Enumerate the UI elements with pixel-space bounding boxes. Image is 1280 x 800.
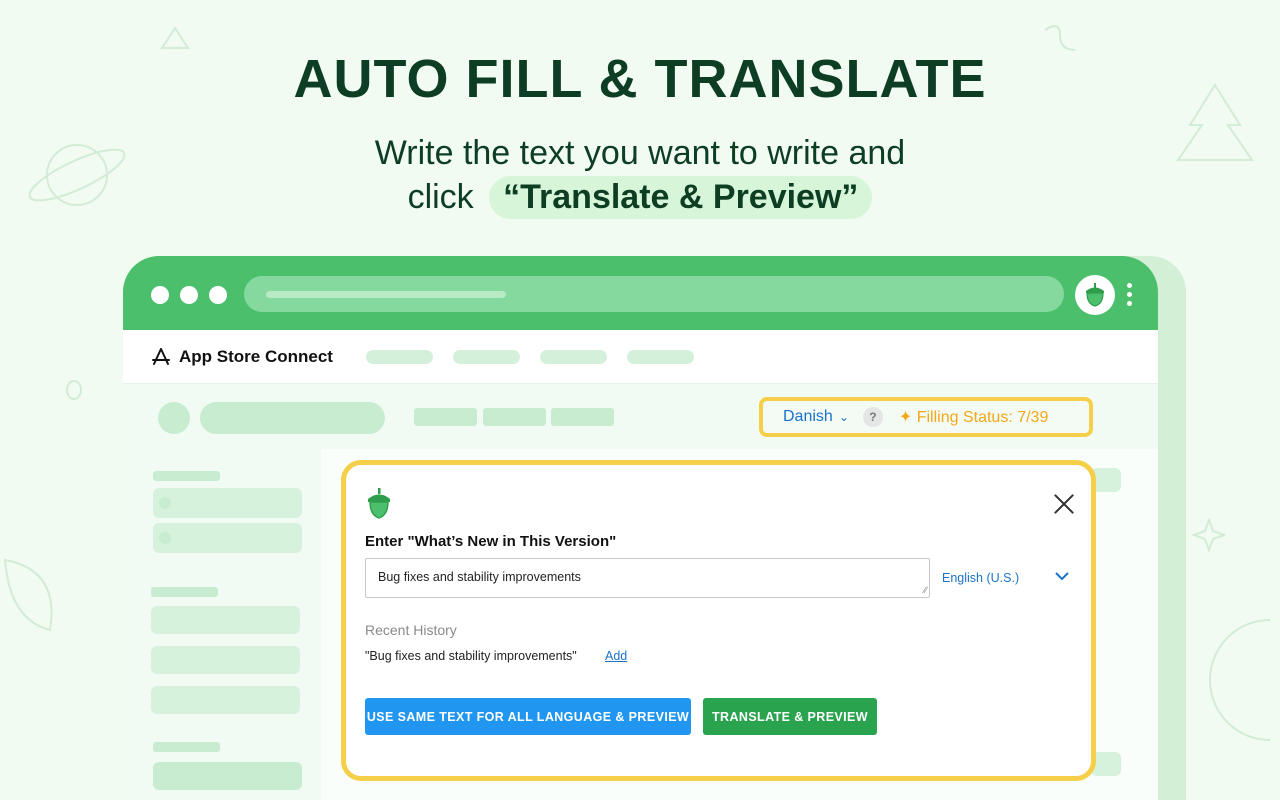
translate-preview-button[interactable]: TRANSLATE & PREVIEW <box>703 698 877 735</box>
textarea-value: Bug fixes and stability improvements <box>378 570 581 584</box>
kebab-menu-icon[interactable] <box>1127 283 1133 310</box>
title-placeholder <box>200 402 385 434</box>
app-store-icon <box>152 348 170 365</box>
browser-toolbar <box>123 256 1158 330</box>
sidebar-item[interactable] <box>151 686 300 714</box>
app-header: App Store Connect <box>123 330 1158 384</box>
sidebar-item[interactable] <box>151 606 300 634</box>
history-add-link[interactable]: Add <box>605 649 627 663</box>
close-icon[interactable] <box>1052 492 1076 516</box>
translate-dialog: Enter "What’s New in This Version" Bug f… <box>341 460 1096 781</box>
hero-subtitle-prefix: click <box>407 178 474 216</box>
leaf-doodle-icon <box>3 558 53 632</box>
star-doodle-icon <box>1192 518 1226 552</box>
resize-grip-icon[interactable]: ∕∕ <box>924 585 927 595</box>
help-icon[interactable]: ? <box>862 407 883 427</box>
brand-name: App Store Connect <box>179 347 333 366</box>
moon-doodle-icon <box>1209 619 1271 741</box>
tab-placeholder[interactable] <box>483 408 546 426</box>
nav-item[interactable] <box>540 350 607 364</box>
hero-subtitle-line1: Write the text you want to write and <box>374 134 906 172</box>
filling-status: ✦ Filling Status: 7/39 <box>898 409 1049 426</box>
language-status-bar: Danish ⌄ ? ✦ Filling Status: 7/39 <box>759 397 1093 437</box>
egg-doodle-icon <box>66 380 82 400</box>
sidebar-bullet <box>159 497 171 509</box>
avatar-placeholder <box>158 402 190 434</box>
nav-item[interactable] <box>627 350 694 364</box>
hero-highlight-pill: “Translate & Preview” <box>489 176 873 219</box>
sidebar-bullet <box>159 532 171 544</box>
triangle-doodle-icon <box>160 26 190 49</box>
acorn-icon[interactable] <box>1075 275 1115 315</box>
hero-title: AUTO FILL & TRANSLATE <box>293 49 987 109</box>
sidebar-item-selected[interactable] <box>153 762 302 790</box>
window-control-dot[interactable] <box>209 286 227 304</box>
chevron-down-icon[interactable] <box>1055 568 1069 584</box>
use-same-text-button[interactable]: USE SAME TEXT FOR ALL LANGUAGE & PREVIEW <box>365 698 691 735</box>
hero-subtitle-line2: click “Translate & Preview” <box>0 176 1280 219</box>
source-language-select[interactable]: English (U.S.) <box>942 571 1019 585</box>
nav-item[interactable] <box>366 350 433 364</box>
acorn-icon <box>368 488 390 519</box>
whats-new-textarea[interactable]: Bug fixes and stability improvements ∕∕ <box>365 558 930 598</box>
address-bar[interactable] <box>244 276 1064 312</box>
language-select[interactable]: Danish <box>783 408 833 426</box>
sidebar-heading-placeholder <box>153 471 220 481</box>
window-control-dot[interactable] <box>151 286 169 304</box>
chevron-down-icon[interactable]: ⌄ <box>839 410 849 424</box>
brand[interactable]: App Store Connect <box>151 347 333 367</box>
sidebar-heading-placeholder <box>151 587 218 597</box>
field-label: Enter "What’s New in This Version" <box>365 533 617 550</box>
sidebar-heading-placeholder <box>153 742 220 752</box>
sidebar-item[interactable] <box>151 646 300 674</box>
tab-placeholder[interactable] <box>414 408 477 426</box>
sidebar-item[interactable] <box>153 488 302 518</box>
address-placeholder <box>266 291 506 298</box>
tab-placeholder[interactable] <box>551 408 614 426</box>
sidebar-item[interactable] <box>153 523 302 553</box>
history-title: Recent History <box>365 622 457 638</box>
history-item: "Bug fixes and stability improvements" <box>365 649 577 663</box>
nav-item[interactable] <box>453 350 520 364</box>
window-control-dot[interactable] <box>180 286 198 304</box>
